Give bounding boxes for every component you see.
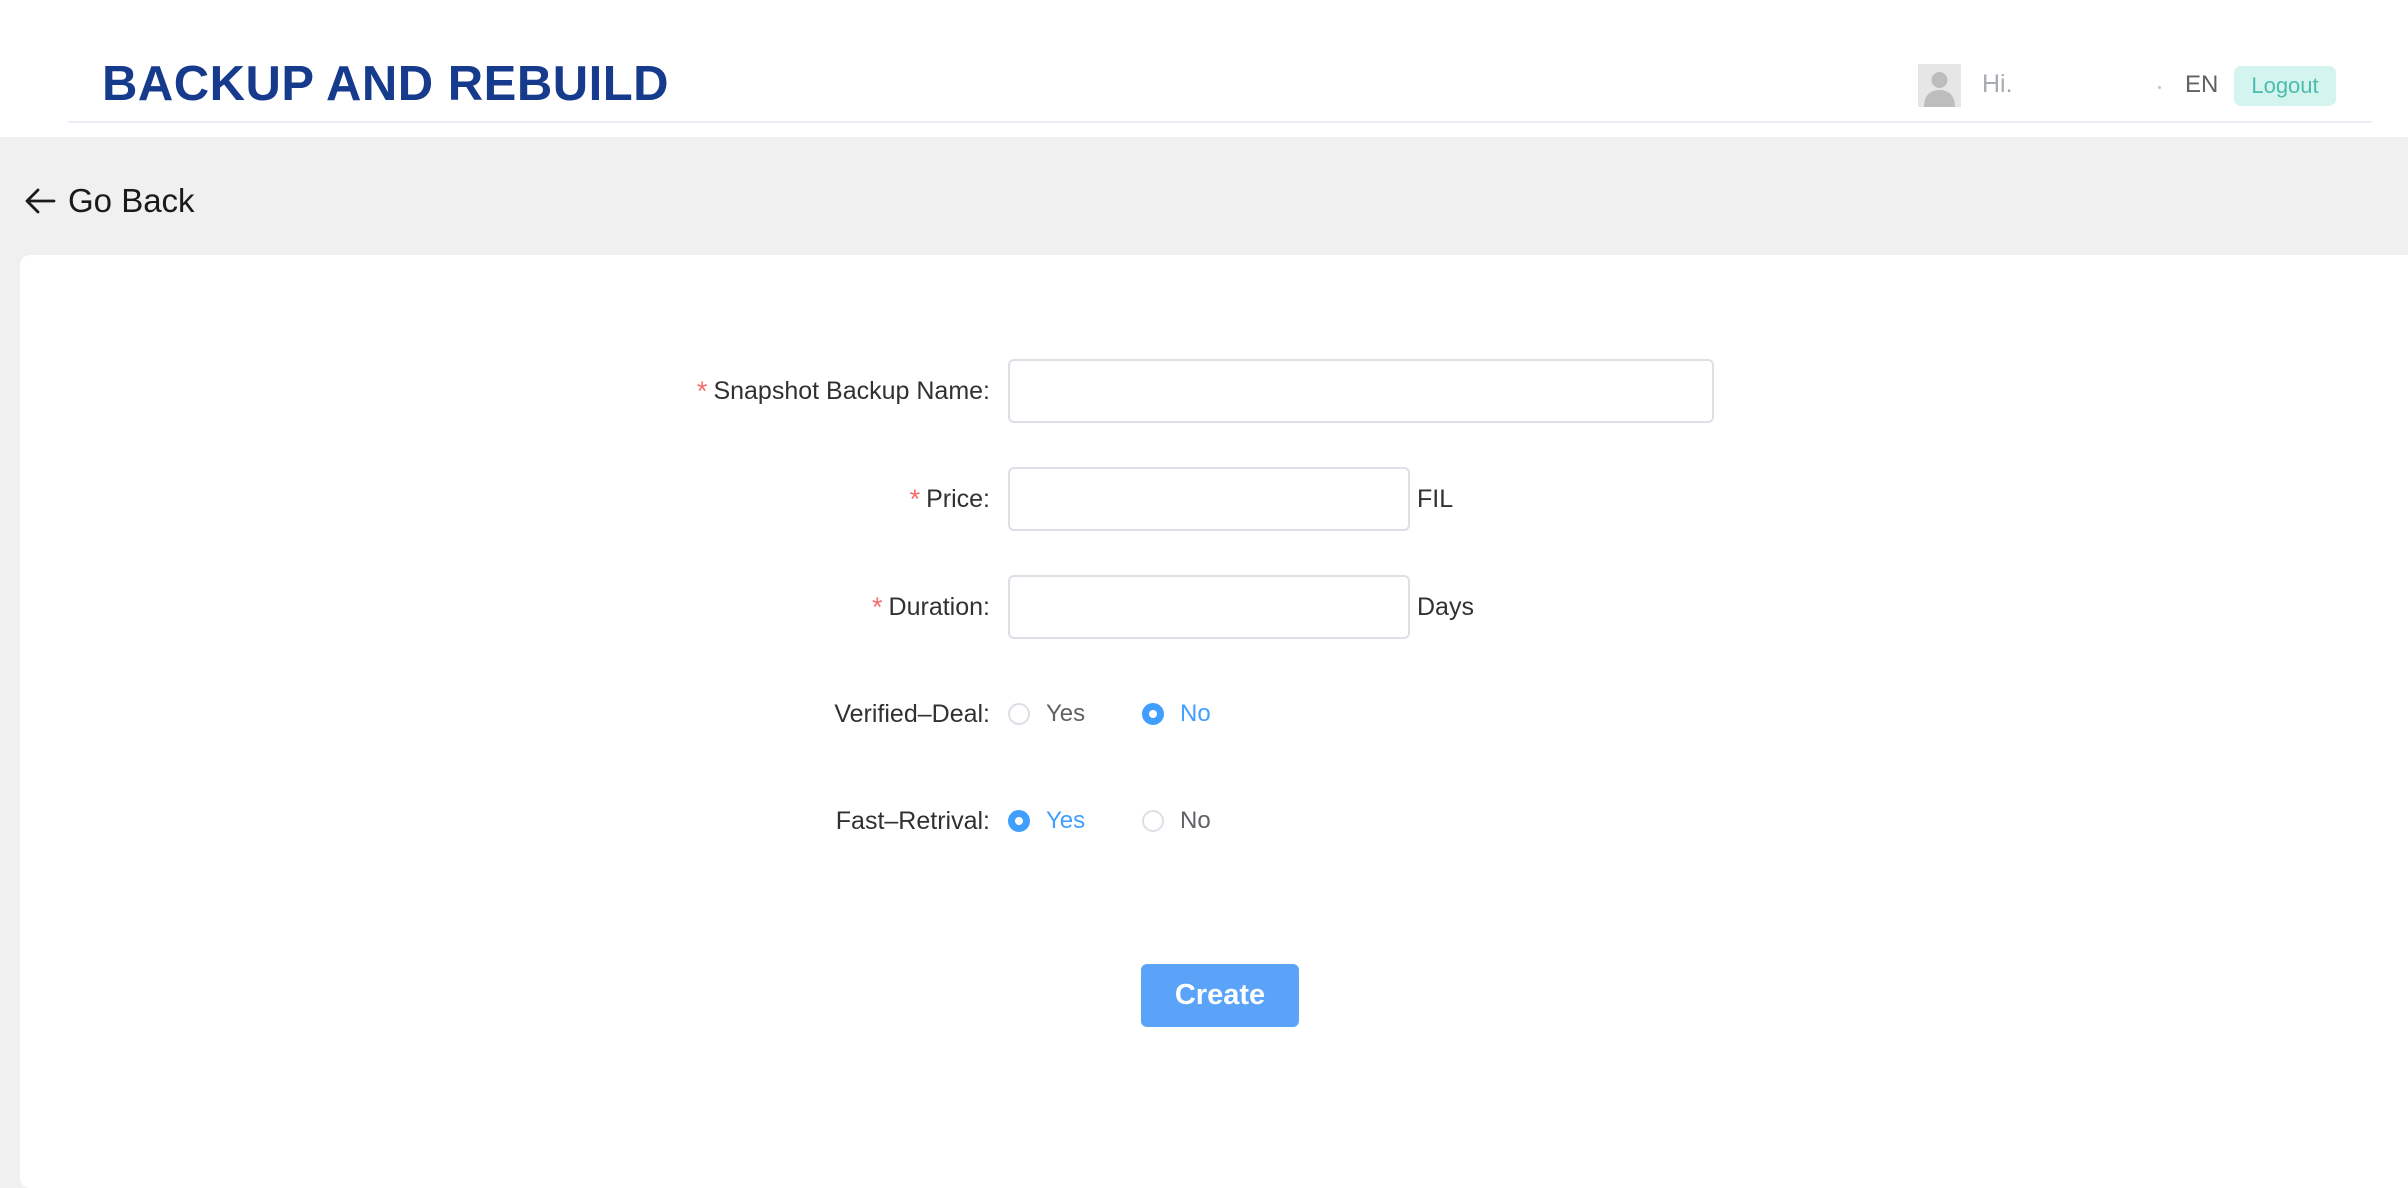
user-greeting: Hi. xyxy=(1982,70,2013,98)
duration-row: * Duration: Days xyxy=(20,575,2408,639)
arrow-left-icon xyxy=(25,188,56,214)
fast-retrival-row: Fast–Retrival: Yes No xyxy=(20,789,2408,853)
radio-checked-icon xyxy=(1142,703,1164,725)
go-back-label: Go Back xyxy=(68,182,195,219)
radio-label: No xyxy=(1180,700,1211,727)
price-label: * Price: xyxy=(910,467,990,531)
duration-input[interactable] xyxy=(1008,575,1410,639)
duration-unit: Days xyxy=(1417,592,1474,621)
header-divider xyxy=(68,121,2372,123)
verified-deal-row: Verified–Deal: Yes No xyxy=(20,682,2408,746)
radio-label: Yes xyxy=(1046,700,1086,727)
snapshot-name-input[interactable] xyxy=(1008,359,1714,423)
fast-retrival-yes-radio[interactable]: Yes xyxy=(1008,807,1142,835)
language-switch[interactable]: EN xyxy=(2185,71,2218,99)
fast-retrival-label: Fast–Retrival: xyxy=(835,806,990,835)
radio-label: No xyxy=(1180,807,1211,834)
price-row: * Price: FIL xyxy=(20,467,2408,531)
verified-deal-no-radio[interactable]: No xyxy=(1142,700,1211,728)
verified-deal-yes-radio[interactable]: Yes xyxy=(1008,700,1142,728)
radio-unchecked-icon xyxy=(1142,810,1164,832)
required-mark: * xyxy=(872,591,883,622)
username-placeholder xyxy=(2158,86,2161,89)
verified-deal-radio-group: Yes No xyxy=(1008,682,1211,746)
fast-retrival-radio-group: Yes No xyxy=(1008,789,1211,853)
user-avatar-icon[interactable] xyxy=(1918,64,1961,107)
page-title: BACKUP AND REBUILD xyxy=(102,57,670,111)
radio-label: Yes xyxy=(1046,807,1086,834)
logout-button[interactable]: Logout xyxy=(2234,66,2336,106)
required-mark: * xyxy=(696,375,708,406)
fast-retrival-no-radio[interactable]: No xyxy=(1142,807,1211,835)
snapshot-name-label-text: Snapshot Backup Name: xyxy=(713,376,990,405)
go-back-link[interactable]: Go Back xyxy=(24,178,195,224)
snapshot-name-label: * Snapshot Backup Name: xyxy=(697,359,990,423)
snapshot-name-row: * Snapshot Backup Name: xyxy=(20,359,2408,423)
price-label-text: Price: xyxy=(926,484,990,513)
duration-label: * Duration: xyxy=(872,575,990,639)
duration-label-text: Duration: xyxy=(888,592,990,621)
radio-checked-icon xyxy=(1008,810,1030,832)
verified-deal-label: Verified–Deal: xyxy=(834,699,990,728)
price-input[interactable] xyxy=(1008,467,1410,531)
price-unit: FIL xyxy=(1417,484,1454,513)
app-header: BACKUP AND REBUILD Hi. EN Logout xyxy=(0,0,2408,137)
form-card: * Snapshot Backup Name: * Price: FIL * D… xyxy=(20,255,2408,1188)
radio-unchecked-icon xyxy=(1008,703,1030,725)
create-button[interactable]: Create xyxy=(1141,964,1299,1027)
required-mark: * xyxy=(909,483,921,514)
